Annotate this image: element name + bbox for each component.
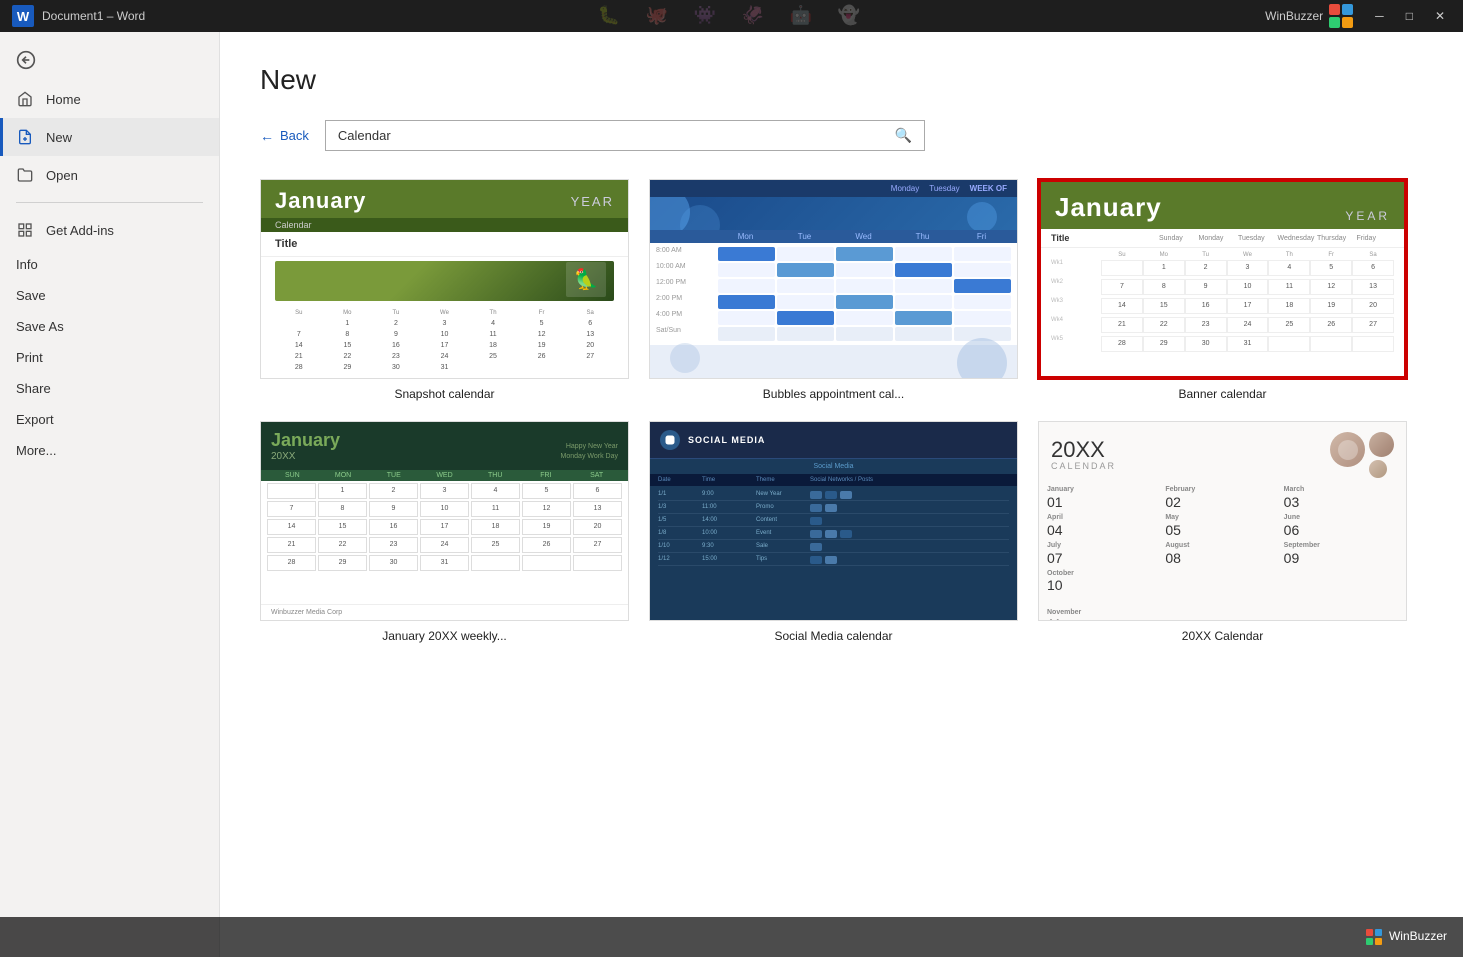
close-button[interactable]: ✕ bbox=[1429, 7, 1451, 25]
search-input[interactable] bbox=[338, 128, 887, 143]
templates-grid: January YEAR Calendar Title 🦜 Su Mo bbox=[260, 179, 1423, 643]
template-name-20xx: 20XX Calendar bbox=[1182, 629, 1263, 643]
search-input-container[interactable]: 🔍 bbox=[325, 120, 925, 151]
template-name-social: Social Media calendar bbox=[774, 629, 892, 643]
new-icon bbox=[16, 128, 34, 146]
template-card-social[interactable]: SOCIAL MEDIA Social Media Date Time Them… bbox=[649, 421, 1018, 643]
template-card-banner[interactable]: January YEAR Title SundayMondayTuesdayWe… bbox=[1038, 179, 1407, 401]
title-bar-text: Document1 – Word bbox=[42, 9, 145, 23]
minimize-button[interactable]: ─ bbox=[1369, 7, 1390, 25]
winbuzzer-logo: WinBuzzer bbox=[1265, 4, 1353, 28]
template-name-bubbles: Bubbles appointment cal... bbox=[763, 387, 904, 401]
template-name-weekly: January 20XX weekly... bbox=[382, 629, 507, 643]
deco-icon-4: 🦑 bbox=[742, 5, 770, 27]
sidebar-label-open: Open bbox=[46, 168, 78, 183]
taskbar-right: WinBuzzer bbox=[1366, 929, 1447, 945]
sidebar-item-info[interactable]: Info bbox=[0, 249, 219, 280]
sidebar-label-new: New bbox=[46, 130, 72, 145]
title-bar: W Document1 – Word 🐛 🐙 👾 🦑 🤖 👻 WinBuzzer… bbox=[0, 0, 1463, 32]
template-card-snapshot[interactable]: January YEAR Calendar Title 🦜 Su Mo bbox=[260, 179, 629, 401]
page-title: New bbox=[260, 64, 1423, 96]
template-thumb-weekly: January 20XX Happy New Year Monday Work … bbox=[260, 421, 629, 621]
back-link[interactable]: ← Back bbox=[260, 128, 309, 144]
sidebar: Home New Open bbox=[0, 32, 220, 957]
template-thumb-social: SOCIAL MEDIA Social Media Date Time Them… bbox=[649, 421, 1018, 621]
taskbar-winbuzzer: WinBuzzer bbox=[1366, 929, 1447, 945]
open-icon bbox=[16, 166, 34, 184]
winbuzzer-text: WinBuzzer bbox=[1265, 9, 1323, 23]
back-link-label: Back bbox=[280, 128, 309, 143]
app-container: Home New Open bbox=[0, 32, 1463, 957]
template-card-20xx[interactable]: 20XX CALENDAR bbox=[1038, 421, 1407, 643]
sidebar-divider bbox=[16, 202, 203, 203]
main-content: New ← Back 🔍 January YEAR bbox=[220, 32, 1463, 957]
template-card-bubbles[interactable]: Monday Tuesday WEEK OF bbox=[649, 179, 1018, 401]
taskbar-winbuzzer-label: WinBuzzer bbox=[1389, 929, 1447, 943]
sidebar-item-export[interactable]: Export bbox=[0, 404, 219, 435]
maximize-button[interactable]: □ bbox=[1400, 7, 1419, 25]
template-name-banner: Banner calendar bbox=[1178, 387, 1266, 401]
deco-icon-2: 🐙 bbox=[646, 5, 674, 27]
sidebar-item-home[interactable]: Home bbox=[0, 80, 219, 118]
deco-icon-3: 👾 bbox=[694, 5, 722, 27]
home-icon bbox=[16, 90, 34, 108]
taskbar: WinBuzzer bbox=[0, 917, 1463, 957]
sidebar-item-more[interactable]: More... bbox=[0, 435, 219, 466]
search-icon[interactable]: 🔍 bbox=[894, 127, 911, 144]
back-icon bbox=[16, 50, 36, 70]
sidebar-item-addins[interactable]: Get Add-ins bbox=[0, 211, 219, 249]
search-bar: ← Back 🔍 bbox=[260, 120, 1423, 151]
sidebar-item-share[interactable]: Share bbox=[0, 373, 219, 404]
deco-icon-5: 🤖 bbox=[790, 5, 818, 27]
window-controls: ─ □ ✕ bbox=[1369, 7, 1451, 25]
deco-icon-1: 🐛 bbox=[598, 5, 626, 27]
template-thumb-20xx: 20XX CALENDAR bbox=[1038, 421, 1407, 621]
deco-icons: 🐛 🐙 👾 🦑 🤖 👻 bbox=[598, 5, 866, 27]
template-thumb-bubbles: Monday Tuesday WEEK OF bbox=[649, 179, 1018, 379]
word-app-icon: W bbox=[12, 5, 34, 27]
addins-icon bbox=[16, 221, 34, 239]
template-thumb-banner: January YEAR Title SundayMondayTuesdayWe… bbox=[1038, 179, 1407, 379]
back-arrow-icon: ← bbox=[260, 128, 274, 144]
colorful-icon bbox=[1329, 4, 1353, 28]
sidebar-label-addins: Get Add-ins bbox=[46, 223, 114, 238]
sidebar-item-print[interactable]: Print bbox=[0, 342, 219, 373]
deco-icon-6: 👻 bbox=[838, 5, 866, 27]
template-thumb-snapshot: January YEAR Calendar Title 🦜 Su Mo bbox=[260, 179, 629, 379]
sidebar-label-home: Home bbox=[46, 92, 81, 107]
title-bar-left: W Document1 – Word bbox=[12, 5, 145, 27]
template-name-snapshot: Snapshot calendar bbox=[394, 387, 494, 401]
back-button[interactable] bbox=[0, 40, 219, 80]
sidebar-item-open[interactable]: Open bbox=[0, 156, 219, 194]
sidebar-item-new[interactable]: New bbox=[0, 118, 219, 156]
title-bar-right: WinBuzzer ─ □ ✕ bbox=[1265, 4, 1451, 28]
sidebar-item-saveas[interactable]: Save As bbox=[0, 311, 219, 342]
sidebar-item-save[interactable]: Save bbox=[0, 280, 219, 311]
template-card-weekly[interactable]: January 20XX Happy New Year Monday Work … bbox=[260, 421, 629, 643]
